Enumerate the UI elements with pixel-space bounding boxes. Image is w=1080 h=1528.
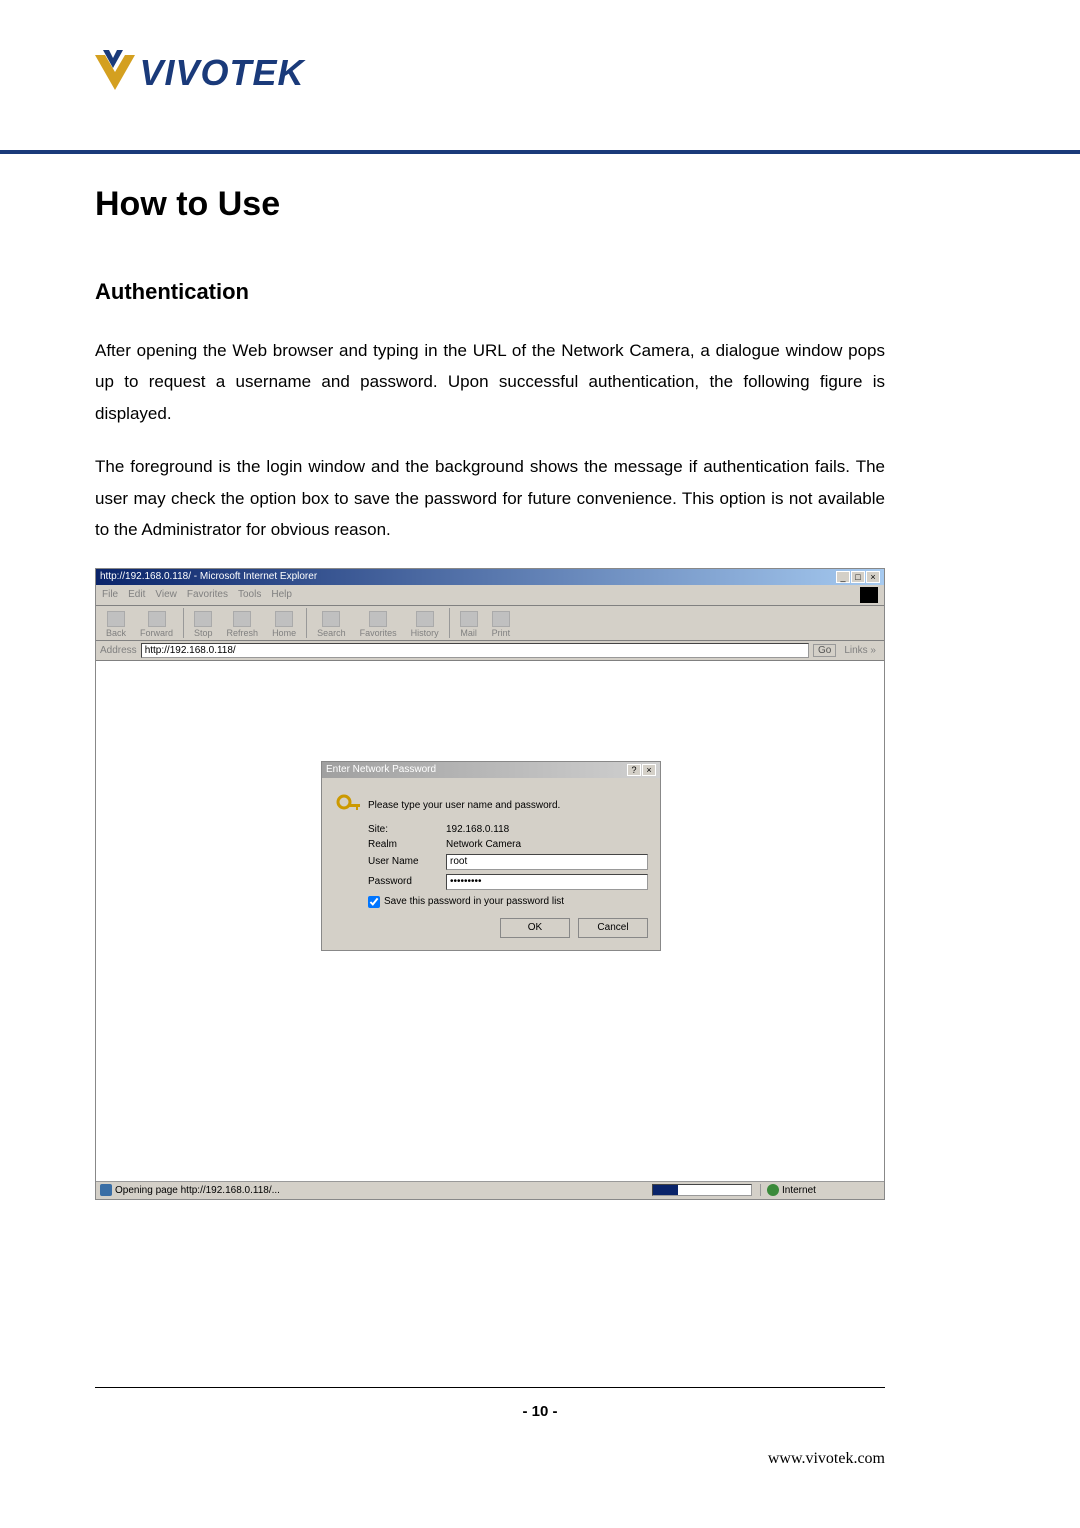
ie-menubar: File Edit View Favorites Tools Help [96,585,884,606]
search-icon [322,611,340,627]
links-button[interactable]: Links » [840,645,880,656]
realm-label: Realm [368,839,446,850]
logo-text: VIVOTEK [139,52,304,94]
address-value: http://192.168.0.118/ [145,645,236,656]
progress-bar [652,1184,752,1196]
menu-file[interactable]: File [102,589,118,600]
menu-view[interactable]: View [155,589,177,600]
help-icon[interactable]: ? [627,764,641,776]
username-input[interactable]: root [446,854,648,870]
section-title: Authentication [95,279,885,305]
print-button[interactable]: Print [486,611,517,638]
toolbar-separator [449,608,450,638]
key-icon [334,792,362,820]
back-icon [107,611,125,627]
paragraph-1: After opening the Web browser and typing… [95,335,885,429]
menu-help[interactable]: Help [271,589,292,600]
ie-icon [100,1184,112,1196]
status-text: Opening page http://192.168.0.118/... [115,1185,280,1196]
ie-caption-buttons: _ □ × [836,571,880,583]
print-icon [492,611,510,627]
auth-body: Please type your user name and password.… [322,778,660,950]
stop-button[interactable]: Stop [188,611,219,638]
auth-dialog: Enter Network Password ? × Please type y… [321,761,661,951]
content-area: How to Use Authentication After opening … [95,185,885,1200]
home-button[interactable]: Home [266,611,302,638]
password-input[interactable]: ••••••••• [446,874,648,890]
stop-icon [194,611,212,627]
ie-addressbar: Address http://192.168.0.118/ Go Links » [96,641,884,661]
ie-title-text: http://192.168.0.118/ - Microsoft Intern… [100,571,317,582]
maximize-icon[interactable]: □ [851,571,865,583]
toolbar-separator [306,608,307,638]
globe-icon [767,1184,779,1196]
site-value: 192.168.0.118 [446,824,509,835]
page-number: - 10 - [0,1403,1080,1420]
header-divider [0,150,1080,154]
auth-title-text: Enter Network Password [326,764,436,775]
search-button[interactable]: Search [311,611,352,638]
forward-button[interactable]: Forward [134,611,179,638]
close-icon[interactable]: × [642,764,656,776]
ie-client-area: Enter Network Password ? × Please type y… [96,661,884,1181]
toolbar-separator [183,608,184,638]
history-icon [416,611,434,627]
cancel-button[interactable]: Cancel [578,918,648,938]
realm-value: Network Camera [446,839,521,850]
site-label: Site: [368,824,446,835]
menu-favorites[interactable]: Favorites [187,589,228,600]
ie-statusbar: Opening page http://192.168.0.118/... In… [96,1181,884,1199]
refresh-icon [233,611,251,627]
minimize-icon[interactable]: _ [836,571,850,583]
menu-edit[interactable]: Edit [128,589,145,600]
back-button[interactable]: Back [100,611,132,638]
favorites-button[interactable]: Favorites [354,611,403,638]
auth-titlebar: Enter Network Password ? × [322,762,660,778]
favorites-icon [369,611,387,627]
password-label: Password [368,876,446,887]
menu-tools[interactable]: Tools [238,589,261,600]
footer-url: www.vivotek.com [768,1450,885,1468]
ie-window: http://192.168.0.118/ - Microsoft Intern… [95,568,885,1200]
logo-mark-icon [95,50,135,95]
save-password-checkbox[interactable] [368,896,380,908]
username-label: User Name [368,856,446,867]
close-icon[interactable]: × [866,571,880,583]
ok-button[interactable]: OK [500,918,570,938]
ie-toolbar: Back Forward Stop Refresh Home Search Fa… [96,606,884,641]
home-icon [275,611,293,627]
footer-divider [95,1387,885,1388]
auth-prompt: Please type your user name and password. [368,800,560,811]
address-input[interactable]: http://192.168.0.118/ [141,643,809,658]
mail-button[interactable]: Mail [454,611,484,638]
logo: VIVOTEK [95,50,304,95]
zone-text: Internet [782,1185,816,1196]
ie-titlebar: http://192.168.0.118/ - Microsoft Intern… [96,569,884,585]
forward-icon [148,611,166,627]
refresh-button[interactable]: Refresh [221,611,265,638]
address-label: Address [100,645,137,656]
history-button[interactable]: History [405,611,445,638]
page-title: How to Use [95,185,885,224]
ie-flag-icon [860,587,878,603]
paragraph-2: The foreground is the login window and t… [95,451,885,545]
go-button[interactable]: Go [813,644,836,657]
mail-icon [460,611,478,627]
save-password-label: Save this password in your password list [384,896,564,907]
